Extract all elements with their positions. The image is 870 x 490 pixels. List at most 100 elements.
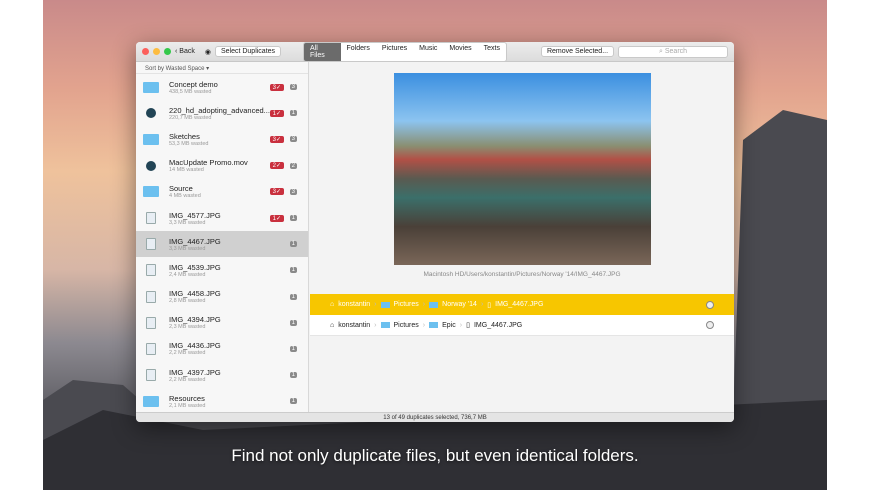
item-size: 2,1 MB wasted [169, 402, 206, 409]
list-item[interactable]: Resources 2,1 MB wasted 1 [136, 388, 308, 414]
caption: Find not only duplicate files, but even … [231, 446, 639, 465]
tab-all-files[interactable]: All Files [304, 42, 341, 61]
tab-movies[interactable]: Movies [443, 43, 477, 61]
path-segment: IMG_4467.JPG [495, 301, 544, 308]
item-size: 3,3 MB wasted [169, 219, 206, 226]
item-size: 53,3 MB wasted [169, 140, 209, 147]
list-item[interactable]: IMG_4436.JPG 2,2 MB wasted 1 [136, 336, 308, 362]
item-name: IMG_4397.JPG [169, 367, 221, 377]
select-duplicates-button[interactable]: Select Duplicates [214, 46, 282, 57]
item-name: 220_hd_adopting_advanced... [169, 105, 270, 115]
count-badge: 1 [289, 241, 297, 248]
folder-icon [143, 395, 159, 407]
preview-path: Macintosh HD/Users/konstantin/Pictures/N… [423, 271, 621, 278]
detail-pane: Macintosh HD/Users/konstantin/Pictures/N… [310, 62, 734, 412]
selected-badge: 3✓ [269, 135, 284, 143]
item-size: 2,8 MB wasted [169, 298, 206, 305]
item-size: 3,3 MB wasted [169, 245, 206, 252]
list-item[interactable]: Sketches 53,3 MB wasted 3✓ 3 [136, 126, 308, 152]
image-file-icon [146, 264, 156, 277]
list-item[interactable]: IMG_4394.JPG 2,3 MB wasted 1 [136, 310, 308, 336]
sort-dropdown[interactable]: Sort by Wasted Space ▾ [136, 62, 308, 74]
tab-music[interactable]: Music [413, 43, 443, 61]
item-size: 2,2 MB wasted [169, 350, 206, 357]
filter-tabs: All Files Folders Pictures Music Movies … [303, 42, 507, 62]
path-segment: konstantin [338, 321, 371, 329]
item-name: IMG_4394.JPG [169, 315, 221, 325]
list-item[interactable]: IMG_4539.JPG 2,4 MB wasted 1 [136, 257, 308, 283]
list-item[interactable]: IMG_4458.JPG 2,8 MB wasted 1 [136, 284, 308, 310]
close-button[interactable] [142, 48, 149, 55]
path-segment: Pictures [393, 321, 419, 329]
duplicates-sidebar: Sort by Wasted Space ▾ Concept demo 438,5… [136, 62, 309, 412]
item-name: IMG_4577.JPG [169, 210, 221, 220]
tab-texts[interactable]: Texts [478, 43, 506, 61]
count-badge: 1 [289, 267, 297, 274]
selected-badge: 3✓ [269, 188, 284, 196]
remove-selected-button[interactable]: Remove Selected... [540, 46, 615, 57]
movie-icon [146, 108, 156, 119]
minimize-button[interactable] [153, 48, 160, 55]
item-name: IMG_4436.JPG [169, 341, 221, 351]
list-item[interactable]: Source 4 MB wasted 3✓ 3 [136, 179, 308, 205]
count-badge: 1 [289, 372, 297, 379]
home-icon: ⌂ [330, 321, 335, 329]
folder-icon [143, 186, 159, 198]
sort-label: Sort by Wasted Space [145, 66, 205, 72]
reveal-icon[interactable] [706, 321, 714, 329]
folder-icon [143, 133, 159, 145]
search-placeholder: Search [664, 47, 688, 55]
selected-count: 3 [272, 136, 276, 143]
tab-folders[interactable]: Folders [341, 43, 376, 61]
selected-badge: 3✓ [269, 83, 284, 91]
list-item[interactable]: IMG_4467.JPG 3,3 MB wasted 1 [136, 231, 308, 258]
search-input[interactable]: ⌕ Search [618, 45, 728, 58]
location-row[interactable]: ⌂ konstantin › Pictures › Epic › ▯ IMG_4467.J… [310, 315, 734, 336]
location-row[interactable]: ⌂ konstantin › Pictures › Norway '14 › ▯ IMG_… [310, 294, 734, 315]
movie-icon [146, 160, 156, 171]
item-name: IMG_4539.JPG [169, 262, 221, 272]
count-badge: 3 [289, 188, 297, 195]
list-item[interactable]: 220_hd_adopting_advanced... 220,7 MB wast… [136, 100, 308, 126]
item-name: MacUpdate Promo.mov [169, 158, 248, 168]
file-icon: ▯ [466, 322, 470, 329]
count-badge: 1 [289, 293, 297, 300]
app-window: ‹ Back ◉ Select Duplicates All Files Fol… [136, 42, 734, 422]
tab-pictures[interactable]: Pictures [376, 43, 413, 61]
selected-badge: 1✓ [269, 214, 284, 222]
item-size: 2,4 MB wasted [169, 271, 206, 278]
path-segment: Pictures [393, 301, 419, 308]
reveal-icon[interactable] [706, 300, 714, 309]
item-name: Resources [169, 393, 205, 403]
item-size: 438,5 MB wasted [169, 88, 212, 95]
image-file-icon [146, 290, 156, 303]
eye-icon[interactable]: ◉ [205, 48, 211, 56]
image-file-icon [146, 369, 156, 382]
file-icon: ▯ [487, 301, 492, 309]
list-item[interactable]: Concept demo 438,5 MB wasted 3✓ 3 [136, 74, 308, 100]
selected-count: 3 [272, 189, 276, 196]
path-segment: IMG_4467.JPG [473, 321, 523, 329]
folder-icon [380, 301, 390, 308]
zoom-button[interactable] [164, 48, 171, 55]
toolbar: ‹ Back ◉ Select Duplicates All Files Fol… [136, 42, 734, 62]
selected-count: 3 [272, 84, 276, 91]
count-badge: 1 [289, 319, 297, 326]
path-segment: konstantin [338, 301, 371, 308]
image-file-icon [146, 212, 156, 225]
image-file-icon [146, 238, 156, 251]
status-bar: 13 of 49 duplicates selected, 736,7 MB [136, 412, 734, 422]
item-name: Concept demo [169, 79, 218, 89]
list-item[interactable]: MacUpdate Promo.mov 14 MB wasted 2✓ 2 [136, 153, 308, 179]
count-badge: 1 [289, 110, 297, 117]
list-item[interactable]: IMG_4577.JPG 3,3 MB wasted 1✓ 1 [136, 205, 308, 231]
image-file-icon [146, 316, 156, 329]
selected-count: 1 [272, 110, 276, 117]
list-item[interactable]: IMG_4397.JPG 2,2 MB wasted 1 [136, 362, 308, 388]
back-button[interactable]: ‹ Back [175, 48, 195, 55]
count-badge: 3 [289, 136, 297, 143]
item-name: IMG_4458.JPG [169, 289, 221, 299]
folder-icon [429, 322, 439, 328]
path-segment: Norway '14 [442, 301, 477, 308]
duplicates-list: Concept demo 438,5 MB wasted 3✓ 3 220_hd_ado… [136, 74, 308, 414]
